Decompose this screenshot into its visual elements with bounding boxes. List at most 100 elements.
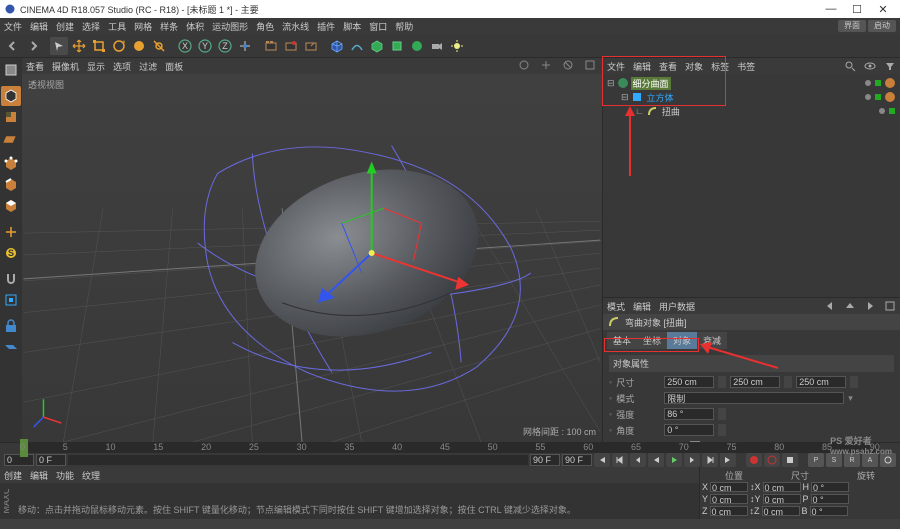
object-tree[interactable]: ⊟ 细分曲面 ⊟ 立方体 xyxy=(603,74,900,120)
tab-object[interactable]: 对象 xyxy=(667,332,697,349)
camera-button[interactable] xyxy=(428,37,446,55)
size-x[interactable]: 0 cm xyxy=(763,482,801,492)
eye-icon[interactable] xyxy=(864,60,876,72)
menu-edit[interactable]: 编辑 xyxy=(30,20,48,33)
key-p-button[interactable]: P xyxy=(808,453,824,467)
tab-coord[interactable]: 坐标 xyxy=(637,332,667,349)
spline-button[interactable] xyxy=(348,37,366,55)
play-button[interactable] xyxy=(666,453,682,467)
tl-range-slider[interactable] xyxy=(68,455,528,465)
tree-row-bend[interactable]: ∟ 扭曲 xyxy=(607,104,896,118)
menu-mograph[interactable]: 运动图形 xyxy=(212,20,248,33)
menu-spline[interactable]: 样条 xyxy=(160,20,178,33)
dropdown-icon[interactable]: ▾ xyxy=(848,393,853,404)
undo-button[interactable] xyxy=(4,37,22,55)
goto-end-button[interactable] xyxy=(720,453,736,467)
angle-field[interactable]: 0 ° xyxy=(664,424,714,436)
close-button[interactable]: ✕ xyxy=(870,3,896,16)
scale-button[interactable] xyxy=(90,37,108,55)
om-bookmarks[interactable]: 书签 xyxy=(737,60,755,73)
size-z-field[interactable]: 250 cm xyxy=(796,376,846,388)
perspective-viewport[interactable]: 透视视图 xyxy=(22,74,602,442)
om-tags[interactable]: 标签 xyxy=(711,60,729,73)
axis-button[interactable] xyxy=(1,222,21,242)
lock-button[interactable] xyxy=(150,37,168,55)
menu-file[interactable]: 文件 xyxy=(4,20,22,33)
model-mode-button[interactable] xyxy=(1,86,21,106)
menu-window[interactable]: 窗口 xyxy=(369,20,387,33)
search-icon[interactable] xyxy=(844,60,856,72)
timeline-ruler[interactable]: 051015202530354045505560657075808590 xyxy=(0,443,900,453)
mat-create[interactable]: 创建 xyxy=(4,469,22,482)
goto-start-button[interactable] xyxy=(594,453,610,467)
menu-character[interactable]: 角色 xyxy=(256,20,274,33)
tl-endframe[interactable]: 90 F xyxy=(530,454,560,466)
vp-nav-3-icon[interactable] xyxy=(562,59,576,73)
menu-script[interactable]: 脚本 xyxy=(343,20,361,33)
workplane-button[interactable] xyxy=(1,128,21,148)
forward-icon[interactable] xyxy=(864,300,876,312)
size-y-field[interactable]: 250 cm xyxy=(730,376,780,388)
locked-workplane-button[interactable] xyxy=(1,316,21,336)
make-editable-button[interactable] xyxy=(1,60,21,80)
light-button[interactable] xyxy=(448,37,466,55)
layout-switcher[interactable]: 界面 启动 xyxy=(838,20,896,32)
menu-help[interactable]: 帮助 xyxy=(395,20,413,33)
next-frame-button[interactable] xyxy=(684,453,700,467)
vp-filter[interactable]: 过滤 xyxy=(139,60,157,73)
tree-row-subdiv[interactable]: ⊟ 细分曲面 xyxy=(607,76,896,90)
record-button[interactable] xyxy=(746,453,762,467)
menu-plugins[interactable]: 插件 xyxy=(317,20,335,33)
render-region-button[interactable] xyxy=(282,37,300,55)
vp-view[interactable]: 查看 xyxy=(26,60,44,73)
coord-sys-button[interactable] xyxy=(236,37,254,55)
minimize-button[interactable]: — xyxy=(818,3,844,15)
y-axis-button[interactable]: Y xyxy=(196,37,214,55)
tab-basic[interactable]: 基本 xyxy=(607,332,637,349)
mat-texture[interactable]: 纹理 xyxy=(82,469,100,482)
vp-nav-1-icon[interactable] xyxy=(518,59,532,73)
tree-row-cube[interactable]: ⊟ 立方体 xyxy=(607,90,896,104)
primitive-button[interactable] xyxy=(328,37,346,55)
up-icon[interactable] xyxy=(844,300,856,312)
prev-frame-button[interactable] xyxy=(630,453,646,467)
workplane-snap-button[interactable] xyxy=(1,290,21,310)
om-object[interactable]: 对象 xyxy=(685,60,703,73)
generator-button[interactable] xyxy=(368,37,386,55)
phong-tag-icon[interactable] xyxy=(884,77,896,89)
menu-pipeline[interactable]: 流水线 xyxy=(282,20,309,33)
back-icon[interactable] xyxy=(824,300,836,312)
mat-function[interactable]: 功能 xyxy=(56,469,74,482)
attr-userdata[interactable]: 用户数据 xyxy=(659,300,695,313)
menu-tools[interactable]: 工具 xyxy=(108,20,126,33)
rot-p[interactable]: 0 ° xyxy=(811,494,849,504)
pos-y[interactable]: 0 cm xyxy=(710,494,748,504)
mat-edit[interactable]: 编辑 xyxy=(30,469,48,482)
strength-field[interactable]: 86 ° xyxy=(664,408,714,420)
om-file[interactable]: 文件 xyxy=(607,60,625,73)
menu-mesh[interactable]: 网格 xyxy=(134,20,152,33)
next-key-button[interactable] xyxy=(702,453,718,467)
phong-tag-icon[interactable] xyxy=(884,91,896,103)
snap-button[interactable] xyxy=(1,269,21,289)
point-mode-button[interactable] xyxy=(1,154,21,174)
z-axis-button[interactable]: Z xyxy=(216,37,234,55)
attr-mode[interactable]: 模式 xyxy=(607,300,625,313)
rot-h[interactable]: 0 ° xyxy=(811,482,849,492)
manager-icon[interactable] xyxy=(884,300,896,312)
vp-camera[interactable]: 摄像机 xyxy=(52,60,79,73)
vp-nav-2-icon[interactable] xyxy=(540,59,554,73)
play-back-button[interactable] xyxy=(648,453,664,467)
vp-panel[interactable]: 面板 xyxy=(165,60,183,73)
move-button[interactable] xyxy=(70,37,88,55)
vp-display[interactable]: 显示 xyxy=(87,60,105,73)
om-view[interactable]: 查看 xyxy=(659,60,677,73)
rotate-button[interactable] xyxy=(110,37,128,55)
mode-dropdown[interactable]: 限制 xyxy=(664,392,844,404)
size-x-field[interactable]: 250 cm xyxy=(664,376,714,388)
attr-edit[interactable]: 编辑 xyxy=(633,300,651,313)
size-z[interactable]: 0 cm xyxy=(762,506,800,516)
vp-nav-4-icon[interactable] xyxy=(584,59,598,73)
tl-start[interactable]: 0 xyxy=(4,454,34,466)
prev-key-button[interactable] xyxy=(612,453,628,467)
